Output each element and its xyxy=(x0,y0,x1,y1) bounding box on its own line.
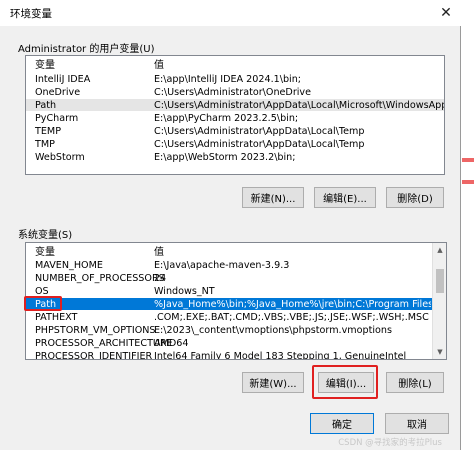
cancel-button[interactable]: 取消 xyxy=(385,413,449,434)
variable-name: PATHEXT xyxy=(35,311,78,323)
system-variable-row-path-selected[interactable]: Path %Java_Home%\bin;%Java_Home%\jre\bin… xyxy=(26,298,433,310)
background-window-edge xyxy=(462,0,474,450)
variable-value: C:\Users\Administrator\AppData\Local\Tem… xyxy=(154,125,365,137)
background-marker xyxy=(462,180,474,184)
variable-value: E:\app\WebStorm 2023.2\bin; xyxy=(154,151,296,163)
system-variable-row[interactable]: PATHEXT .COM;.EXE;.BAT;.CMD;.VBS;.VBE;.J… xyxy=(26,311,446,323)
variable-value: C:\Users\Administrator\OneDrive xyxy=(154,86,312,98)
system-variable-row[interactable]: PHPSTORM_VM_OPTIONS E:\2023\_content\vmo… xyxy=(26,324,446,336)
column-header-variable[interactable]: 变量 xyxy=(35,56,55,71)
variable-value: Windows_NT xyxy=(154,285,215,297)
column-header-variable[interactable]: 变量 xyxy=(35,243,55,258)
system-variable-row[interactable]: PROCESSOR_ARCHITECTURE AMD64 xyxy=(26,337,446,349)
variable-value: E:\app\IntelliJ IDEA 2024.1\bin; xyxy=(154,73,302,85)
scroll-down-icon[interactable]: ▼ xyxy=(433,345,446,359)
variable-name: OS xyxy=(35,285,49,297)
environment-variables-dialog: 环境变量 ✕ Administrator 的用户变量(U) 变量 值 Intel… xyxy=(0,0,461,450)
variable-value: .COM;.EXE;.BAT;.CMD;.VBS;.VBE;.JS;.JSE;.… xyxy=(154,311,429,323)
system-new-button[interactable]: 新建(W)... xyxy=(242,372,304,393)
user-variable-row[interactable]: IntelliJ IDEA E:\app\IntelliJ IDEA 2024.… xyxy=(26,73,444,85)
system-list-header: 变量 值 xyxy=(26,243,446,258)
variable-name: TMP xyxy=(35,138,55,150)
user-variable-row-path[interactable]: Path C:\Users\Administrator\AppData\Loca… xyxy=(26,99,444,111)
user-variable-row[interactable]: WebStorm E:\app\WebStorm 2023.2\bin; xyxy=(26,151,444,163)
user-variable-row[interactable]: PyCharm E:\app\PyCharm 2023.2.5\bin; xyxy=(26,112,444,124)
variable-value: 24 xyxy=(154,272,167,284)
variable-name: IntelliJ IDEA xyxy=(35,73,91,85)
user-variable-row[interactable]: TEMP C:\Users\Administrator\AppData\Loca… xyxy=(26,125,444,137)
title-bar: 环境变量 ✕ xyxy=(0,0,461,26)
system-variables-list[interactable]: 变量 值 MAVEN_HOME E:\Java\apache-maven-3.9… xyxy=(25,242,447,360)
variable-name: NUMBER_OF_PROCESSORS xyxy=(35,272,165,284)
close-icon[interactable]: ✕ xyxy=(431,0,461,26)
user-variable-row[interactable]: TMP C:\Users\Administrator\AppData\Local… xyxy=(26,138,444,150)
variable-name: WebStorm xyxy=(35,151,85,163)
watermark: CSDN @寻找家的考拉Plus xyxy=(338,438,442,448)
user-edit-button[interactable]: 编辑(E)... xyxy=(314,187,376,208)
variable-name: PROCESSOR_IDENTIFIER xyxy=(35,350,153,360)
variable-name: OneDrive xyxy=(35,86,81,98)
background-marker xyxy=(462,158,474,162)
variable-name: TEMP xyxy=(35,125,61,137)
variable-value: C:\Users\Administrator\AppData\Local\Tem… xyxy=(154,138,365,150)
system-variable-row[interactable]: PROCESSOR_IDENTIFIER Intel64 Family 6 Mo… xyxy=(26,350,446,360)
user-delete-button[interactable]: 删除(D) xyxy=(386,187,444,208)
variable-name: MAVEN_HOME xyxy=(35,259,103,271)
system-variable-row[interactable]: MAVEN_HOME E:\Java\apache-maven-3.9.3 xyxy=(26,259,446,271)
variable-name: PyCharm xyxy=(35,112,79,124)
variable-value: E:\app\PyCharm 2023.2.5\bin; xyxy=(154,112,299,124)
highlight-box-edit xyxy=(312,365,378,399)
user-variable-row[interactable]: OneDrive C:\Users\Administrator\OneDrive xyxy=(26,86,444,98)
variable-name: PHPSTORM_VM_OPTIONS xyxy=(35,324,156,336)
system-variable-row[interactable]: NUMBER_OF_PROCESSORS 24 xyxy=(26,272,446,284)
variable-name: Path xyxy=(35,99,57,111)
variable-value: C:\Users\Administrator\AppData\Local\Mic… xyxy=(154,99,445,111)
column-header-value[interactable]: 值 xyxy=(154,243,164,258)
variable-name: PROCESSOR_ARCHITECTURE xyxy=(35,337,173,349)
variable-value: E:\2023\_content\vmoptions\phpstorm.vmop… xyxy=(154,324,392,336)
ok-button[interactable]: 确定 xyxy=(310,413,374,434)
user-list-header: 变量 值 xyxy=(26,56,444,71)
variable-value: Intel64 Family 6 Model 183 Stepping 1, G… xyxy=(154,350,407,360)
system-delete-button[interactable]: 删除(L) xyxy=(386,372,444,393)
user-variables-list[interactable]: 变量 值 IntelliJ IDEA E:\app\IntelliJ IDEA … xyxy=(25,55,445,175)
variable-value: %Java_Home%\bin;%Java_Home%\jre\bin;C:\P… xyxy=(154,298,431,310)
column-header-value[interactable]: 值 xyxy=(154,56,164,71)
system-variable-row[interactable]: OS Windows_NT xyxy=(26,285,446,297)
highlight-box-path xyxy=(24,296,62,311)
variable-value: AMD64 xyxy=(154,337,189,349)
user-new-button[interactable]: 新建(N)... xyxy=(242,187,304,208)
window-title: 环境变量 xyxy=(10,7,52,20)
variable-value: E:\Java\apache-maven-3.9.3 xyxy=(154,259,290,271)
system-list-scrollbar[interactable]: ▲ ▼ xyxy=(432,243,446,359)
user-variables-label: Administrator 的用户变量(U) xyxy=(18,44,155,55)
scroll-up-icon[interactable]: ▲ xyxy=(433,243,446,257)
system-variables-label: 系统变量(S) xyxy=(18,230,73,241)
scroll-thumb[interactable] xyxy=(436,269,444,293)
